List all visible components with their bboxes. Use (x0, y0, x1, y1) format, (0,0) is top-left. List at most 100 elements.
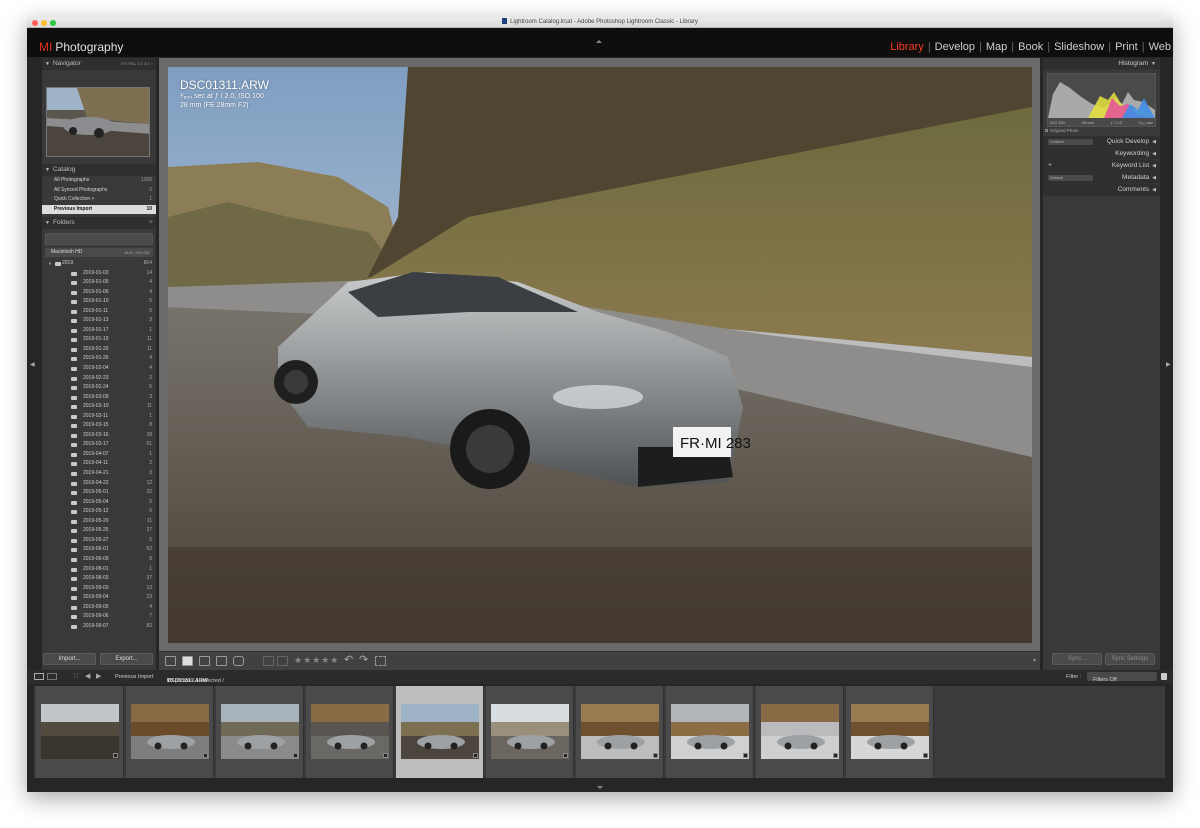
back-arrow-icon[interactable]: ◀ (85, 672, 90, 680)
catalog-item-all-photographs[interactable]: All Photographs 1395 (42, 176, 156, 186)
catalog-header[interactable]: ▼ Catalog (42, 164, 156, 176)
folder-row[interactable]: 2019-01-06 4 (42, 288, 156, 298)
folder-row[interactable]: 2019-03-11 1 (42, 412, 156, 422)
import-button[interactable]: Import... (43, 653, 96, 665)
filmstrip-thumbnail[interactable] (576, 686, 664, 778)
folder-row[interactable]: 2019-01-05 4 (42, 278, 156, 288)
folder-row-root[interactable]: ▼ 2019 864 (42, 259, 156, 269)
module-map[interactable]: Map (986, 41, 1007, 53)
add-folder-button[interactable]: + (149, 217, 153, 229)
flag-pick-icon[interactable] (263, 656, 274, 666)
collapse-filmstrip-icon[interactable] (597, 786, 603, 789)
folder-row[interactable]: 2019-06-01 52 (42, 545, 156, 555)
keyword-list-header[interactable]: + Keyword List ◀ (1043, 160, 1160, 172)
catalog-item-quick-collection[interactable]: Quick Collection + 1 (42, 195, 156, 205)
metadata-preset[interactable]: Default (1048, 175, 1093, 181)
folder-row[interactable]: 2019-09-07 82 (42, 622, 156, 632)
filmstrip-dropdown-icon[interactable]: ▾ (167, 678, 170, 684)
original-photo-checkbox[interactable]: Original Photo (1043, 127, 1160, 136)
folder-row[interactable]: 2019-08-03 37 (42, 574, 156, 584)
star-rating-icon[interactable]: ★★★★★ (294, 655, 339, 666)
toolbar-menu-icon[interactable]: ▾ (1033, 657, 1036, 664)
folder-row[interactable]: 2019-09-06 7 (42, 612, 156, 622)
folder-row[interactable]: 2019-03-17 51 (42, 440, 156, 450)
export-button[interactable]: Export... (100, 653, 153, 665)
folder-row[interactable]: 2019-01-13 3 (42, 316, 156, 326)
folder-row[interactable]: 2019-06-09 8 (42, 555, 156, 565)
histogram-header[interactable]: Histogram ▼ (1043, 58, 1160, 70)
folder-row[interactable]: 2019-03-09 3 (42, 393, 156, 403)
folder-row[interactable]: 2019-01-17 1 (42, 326, 156, 336)
folder-row[interactable]: 2019-08-01 1 (42, 565, 156, 575)
module-book[interactable]: Book (1018, 41, 1043, 53)
grid-icon[interactable]: ∷ (74, 672, 78, 680)
folders-header[interactable]: ▼ Folders + (42, 217, 156, 229)
navigator-preview[interactable] (46, 87, 150, 157)
sync-button[interactable]: Sync... (1052, 653, 1102, 665)
module-develop[interactable]: Develop (935, 41, 975, 53)
folder-search-input[interactable] (45, 233, 153, 245)
folder-row[interactable]: 2019-01-03 14 (42, 269, 156, 279)
filter-lock-icon[interactable] (1161, 673, 1167, 680)
folder-row[interactable]: 2019-05-27 5 (42, 536, 156, 546)
metadata-header[interactable]: Default Metadata ◀ (1043, 172, 1160, 184)
grid-view-icon[interactable] (165, 656, 176, 666)
filmstrip-thumbnail[interactable] (216, 686, 304, 778)
filter-dropdown[interactable]: Filters Off (1087, 672, 1157, 683)
filmstrip-thumbnail[interactable] (126, 686, 214, 778)
filmstrip-thumbnail[interactable] (36, 686, 124, 778)
catalog-item-previous-import[interactable]: Previous Import 10 (42, 204, 156, 214)
folder-row[interactable]: 2019-04-07 1 (42, 450, 156, 460)
folder-row[interactable]: 2019-09-04 23 (42, 593, 156, 603)
rotate-right-icon[interactable]: ↷ (359, 653, 368, 666)
sync-settings-button[interactable]: Sync Settings (1105, 653, 1155, 665)
comments-header[interactable]: Comments ◀ (1043, 184, 1160, 196)
navigator-zoom-options[interactable]: FIT FILL 1:1 3:1 ÷ (121, 58, 153, 70)
volume-macintosh-hd[interactable]: Macintosh HD 46.5 / 251 GB (45, 248, 153, 257)
people-view-icon[interactable] (233, 656, 244, 666)
folder-row[interactable]: 2019-09-03 13 (42, 584, 156, 594)
collapse-top-panel-icon[interactable] (596, 40, 602, 43)
filmstrip-thumbnail[interactable] (486, 686, 574, 778)
folder-row[interactable]: 2019-05-04 5 (42, 498, 156, 508)
filmstrip-thumbnail[interactable] (396, 686, 484, 778)
filmstrip-thumbnail[interactable] (306, 686, 394, 778)
flag-reject-icon[interactable] (277, 656, 288, 666)
folder-row[interactable]: 2019-03-10 11 (42, 402, 156, 412)
folder-row[interactable]: 2019-03-16 18 (42, 431, 156, 441)
collapse-left-panel-icon[interactable]: ◀ (30, 361, 35, 368)
folder-row[interactable]: 2019-01-10 5 (42, 297, 156, 307)
filmstrip-thumbnail[interactable] (666, 686, 754, 778)
histogram-graph[interactable]: ISO 100 28 mm ƒ / 2.0 ¹⁄₈₀₀ sec (1047, 73, 1156, 127)
folder-row[interactable]: 2019-05-20 11 (42, 517, 156, 527)
survey-view-icon[interactable] (216, 656, 227, 666)
folder-row[interactable]: 2019-05-01 22 (42, 488, 156, 498)
folder-row[interactable]: 2019-05-25 27 (42, 526, 156, 536)
forward-arrow-icon[interactable]: ▶ (96, 672, 101, 680)
collapse-right-panel-icon[interactable]: ▶ (1166, 361, 1171, 368)
folder-row[interactable]: 2019-04-11 2 (42, 459, 156, 469)
folder-row[interactable]: 2019-01-20 11 (42, 345, 156, 355)
module-library[interactable]: Library (890, 41, 924, 53)
filmstrip-thumbnail[interactable] (756, 686, 844, 778)
primary-window-icon[interactable] (34, 673, 44, 680)
catalog-item-all-synced[interactable]: All Synced Photographs 0 (42, 186, 156, 196)
folder-row[interactable]: 2019-01-19 11 (42, 335, 156, 345)
checkbox-icon[interactable] (1045, 129, 1048, 132)
crop-overlay-icon[interactable] (375, 656, 386, 666)
disclosure-triangle-icon[interactable]: ▼ (48, 259, 52, 269)
rotate-left-icon[interactable]: ↶ (344, 653, 353, 666)
filmstrip-thumbnail[interactable] (846, 686, 934, 778)
folder-row[interactable]: 2019-02-04 4 (42, 364, 156, 374)
folder-row[interactable]: 2019-03-15 8 (42, 421, 156, 431)
compare-view-icon[interactable] (199, 656, 210, 666)
folder-row[interactable]: 2019-04-22 12 (42, 479, 156, 489)
loupe-view-icon[interactable] (182, 656, 193, 666)
module-web[interactable]: Web (1149, 41, 1171, 53)
quick-develop-header[interactable]: Custom Quick Develop ◀ (1043, 136, 1160, 148)
add-keyword-button[interactable]: + (1048, 160, 1052, 172)
folder-row[interactable]: 2019-02-24 5 (42, 383, 156, 393)
folder-row[interactable]: 2019-02-23 2 (42, 374, 156, 384)
navigator-header[interactable]: ▼ Navigator FIT FILL 1:1 3:1 ÷ (42, 58, 156, 70)
module-slideshow[interactable]: Slideshow (1054, 41, 1104, 53)
